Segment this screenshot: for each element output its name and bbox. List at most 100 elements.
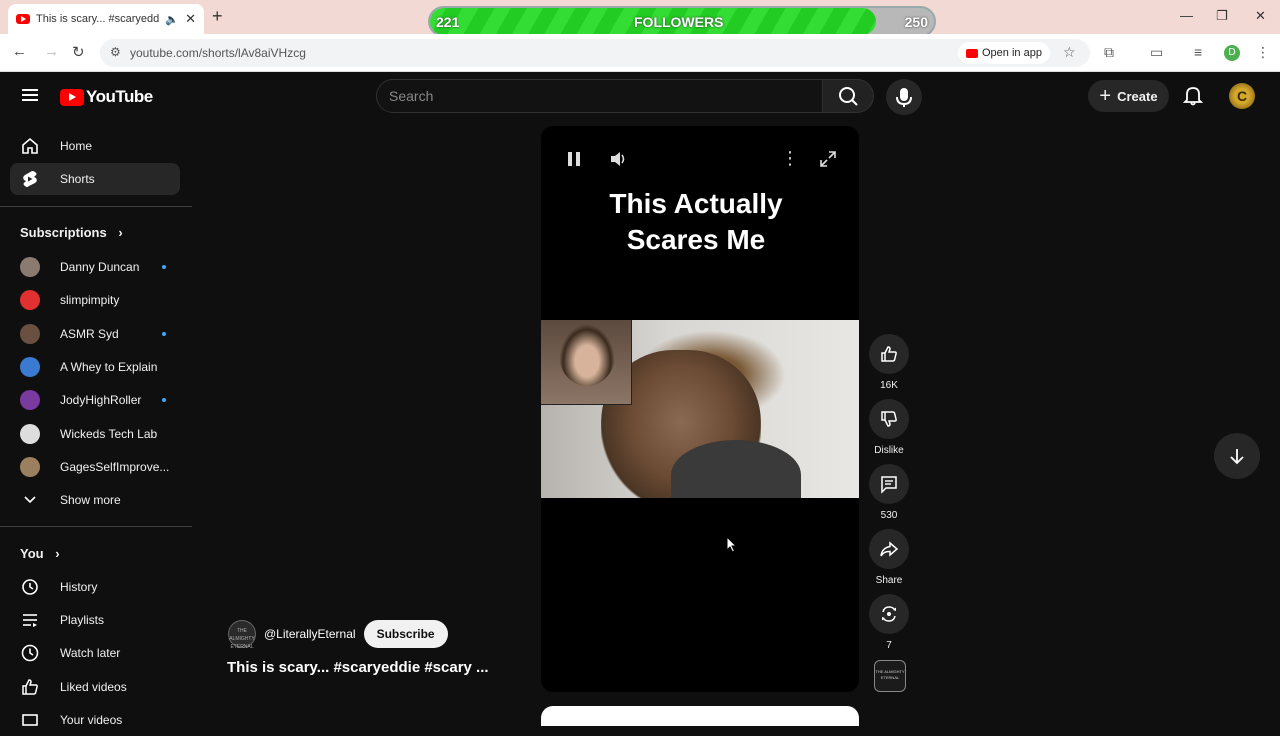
you-heading[interactable]: You › <box>20 546 60 561</box>
browser-toolbar: ← → ↻ ⚙ youtube.com/shorts/lAv8aiVHzcg <box>0 34 1280 72</box>
sidebar-item-watch-later[interactable]: Watch later <box>10 637 180 669</box>
mouse-cursor-icon <box>726 536 738 553</box>
search-input[interactable] <box>389 88 809 104</box>
subscription-item[interactable]: ASMR Syd <box>10 318 180 350</box>
chevron-right-icon: › <box>118 225 123 240</box>
remix-count: 7 <box>886 640 892 651</box>
next-short-preview[interactable] <box>541 706 859 726</box>
channel-avatar <box>20 290 40 311</box>
speaker-icon[interactable]: 🔈 <box>165 13 179 26</box>
sidebar-item-label: Your videos <box>60 713 123 727</box>
history-icon <box>20 577 40 597</box>
thumbs-down-icon <box>881 411 897 427</box>
remix-icon <box>882 606 896 622</box>
tab-close-icon[interactable]: ✕ <box>185 11 196 27</box>
video-subject-shirt <box>671 440 801 498</box>
browser-tab-active[interactable]: This is scary... #scaryeddie # 🔈 ✕ <box>8 4 204 34</box>
subscription-item[interactable]: slimpimpity <box>10 284 180 316</box>
voice-search-button[interactable] <box>886 79 922 115</box>
sidebar-item-playlists[interactable]: Playlists <box>10 604 180 636</box>
subscribe-button[interactable]: Subscribe <box>363 620 448 648</box>
subscription-name: slimpimpity <box>60 293 120 308</box>
address-bar[interactable]: ⚙ youtube.com/shorts/lAv8aiVHzcg <box>100 39 1090 67</box>
sidebar-item-label: Liked videos <box>60 680 127 694</box>
subscription-item[interactable]: JodyHighRoller <box>10 384 180 416</box>
you-title: You <box>20 546 44 561</box>
show-more-button[interactable]: Show more <box>10 484 180 516</box>
address-url: youtube.com/shorts/lAv8aiVHzcg <box>130 46 306 60</box>
browser-profile-avatar[interactable]: D <box>1224 45 1240 61</box>
youtube-favicon-icon <box>16 14 30 24</box>
remix-button[interactable] <box>869 594 909 634</box>
create-button[interactable]: + Create <box>1088 80 1169 112</box>
youtube-logo[interactable]: YouTube <box>60 87 153 107</box>
back-icon[interactable]: ← <box>12 43 27 60</box>
arrow-down-icon <box>1230 449 1244 465</box>
playlists-icon <box>20 610 40 630</box>
comments-action[interactable]: 530 <box>868 464 910 521</box>
followers-goal: 250 <box>904 14 928 30</box>
sidebar-item-your-videos[interactable]: Your videos <box>10 704 180 736</box>
subscription-item[interactable]: A Whey to Explain <box>10 351 180 383</box>
subscription-name: A Whey to Explain <box>60 359 158 374</box>
youtube-logo-icon <box>60 88 84 106</box>
subscription-name: GagesSelfImprove... <box>60 459 170 474</box>
more-options-icon[interactable]: ⋮ <box>781 148 799 169</box>
short-title[interactable]: This is scary... #scaryeddie #scary ... <box>227 659 489 676</box>
notifications-bell-icon[interactable] <box>1182 84 1204 106</box>
subscription-item[interactable]: GagesSelfImprove... <box>10 451 180 483</box>
comments-button[interactable] <box>869 464 909 504</box>
sidebar-item-label: Playlists <box>60 613 105 627</box>
menu-icon[interactable] <box>22 89 38 101</box>
like-action[interactable]: 16K <box>868 334 910 391</box>
channel-avatar[interactable]: THE ALMIGHTY ETERNAL <box>228 620 256 650</box>
youtube-logo-text: YouTube <box>86 87 153 106</box>
tab-title: This is scary... #scaryeddie # <box>36 13 160 25</box>
followers-progress-bar: 221 FOLLOWERS 250 <box>428 6 936 37</box>
bookmark-star-icon[interactable]: ☆ <box>1063 44 1076 61</box>
channel-avatar <box>20 423 40 444</box>
media-control-icon[interactable]: ≡ <box>1194 44 1202 60</box>
restore-icon[interactable]: ❐ <box>1216 8 1228 24</box>
show-more-label: Show more <box>60 493 121 507</box>
pause-icon[interactable] <box>565 150 583 173</box>
share-button[interactable] <box>869 529 909 569</box>
shorts-player[interactable]: ⋮ This Actually Scares Me <box>541 126 859 692</box>
comment-count: 530 <box>880 510 898 521</box>
channel-handle[interactable]: @LiterallyEternal <box>264 627 356 641</box>
volume-icon[interactable] <box>609 150 629 173</box>
sidebar-item-label: Shorts <box>60 172 95 186</box>
site-info-icon[interactable]: ⚙ <box>110 45 121 59</box>
dislike-button[interactable] <box>869 399 909 439</box>
fullscreen-icon[interactable] <box>819 150 837 173</box>
minimize-icon[interactable]: — <box>1180 8 1193 23</box>
dislike-action[interactable]: Dislike <box>868 399 910 456</box>
open-in-app-button[interactable]: Open in app <box>958 42 1050 64</box>
like-button[interactable] <box>869 334 909 374</box>
sidebar-item-history[interactable]: History <box>10 571 180 603</box>
sidebar-item-shorts[interactable]: Shorts <box>10 163 180 195</box>
reload-icon[interactable]: ↻ <box>72 43 85 61</box>
next-short-button[interactable] <box>1214 433 1260 479</box>
search-button[interactable] <box>822 79 874 113</box>
subscription-item[interactable]: Danny Duncan <box>10 251 180 283</box>
cast-icon[interactable]: ▭ <box>1150 44 1163 61</box>
headline-line-1: This Actually <box>609 188 783 219</box>
new-tab-icon[interactable]: + <box>212 6 223 27</box>
window-close-icon[interactable]: ✕ <box>1255 8 1266 24</box>
subscription-item[interactable]: Wickeds Tech Lab <box>10 418 180 450</box>
subscriptions-heading[interactable]: Subscriptions › <box>20 225 123 240</box>
forward-icon[interactable]: → <box>44 43 59 60</box>
extensions-icon[interactable]: ⧉ <box>1104 44 1114 61</box>
sidebar-item-home[interactable]: Home <box>10 130 180 162</box>
browser-menu-icon[interactable]: ⋮ <box>1256 44 1270 61</box>
chevron-down-icon <box>20 490 40 510</box>
sidebar-item-liked-videos[interactable]: Liked videos <box>10 671 180 703</box>
remix-action[interactable]: 7 <box>868 594 910 651</box>
share-icon <box>880 541 899 557</box>
account-avatar[interactable]: C <box>1229 83 1255 109</box>
share-action[interactable]: Share <box>868 529 910 586</box>
share-label: Share <box>875 575 903 586</box>
thumbs-up-icon <box>881 346 897 362</box>
sound-thumbnail[interactable]: THE ALMIGHTY ETERNAL <box>874 660 906 692</box>
